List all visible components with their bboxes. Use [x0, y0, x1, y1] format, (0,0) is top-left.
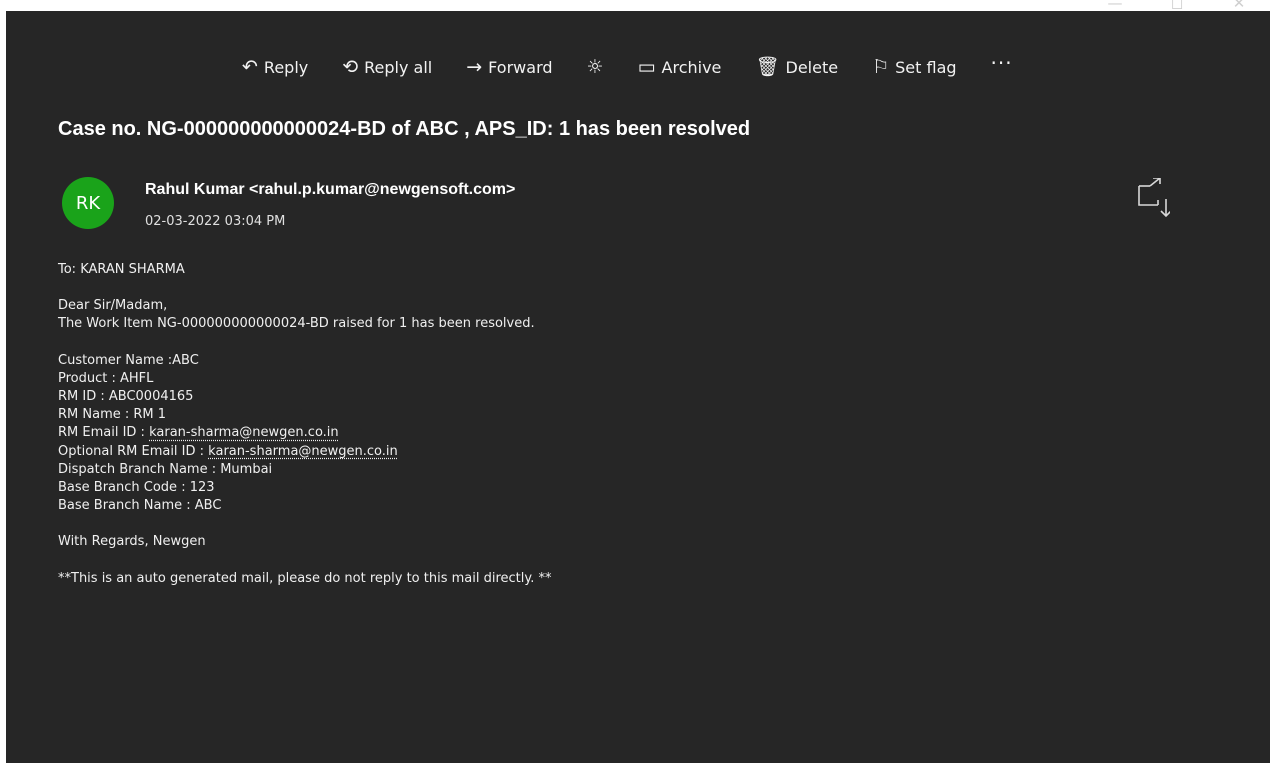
optional-rm-email-link[interactable]: karan-sharma@newgen.co.in [208, 444, 398, 459]
customer-name-line: Customer Name :ABC [58, 352, 199, 368]
close-button[interactable]: ✕ [1208, 0, 1270, 22]
rm-name-line: RM Name : RM 1 [58, 407, 167, 423]
message-subject: Case no. NG-000000000000024-BD of ABC , … [58, 118, 751, 140]
flag-icon: ⚐ [872, 55, 890, 78]
rm-email-link[interactable]: karan-sharma@newgen.co.in [149, 425, 339, 440]
base-branch-code-line: Base Branch Code : 123 [58, 480, 215, 496]
reply-label: Reply [263, 57, 309, 77]
optional-rm-email-label: Optional RM Email ID : [58, 443, 209, 459]
open-in-new-window-button[interactable] [1136, 178, 1170, 218]
archive-label: Archive [661, 57, 722, 77]
set-flag-label: Set flag [895, 57, 957, 77]
rm-email-line: RM Email ID : karan-sharma@newgen.co.in [58, 424, 958, 442]
reply-all-label: Reply all [364, 57, 433, 77]
rm-email-label: RM Email ID : [58, 425, 150, 441]
intro-line: The Work Item NG-000000000000024-BD rais… [58, 316, 535, 332]
avatar-initials: RK [75, 192, 101, 214]
to-line: To: KARAN SHARMA [58, 262, 185, 277]
forward-label: Forward [488, 57, 553, 77]
base-branch-name-line: Base Branch Name : ABC [58, 498, 222, 514]
minimize-icon: — [1107, 0, 1123, 12]
set-flag-button[interactable]: ⚐ Set flag [872, 55, 957, 78]
dispatch-branch-line: Dispatch Branch Name : Mumbai [58, 461, 273, 477]
restore-button[interactable]: ◻ [1146, 0, 1208, 22]
minimize-button[interactable]: — [1084, 0, 1146, 22]
archive-icon: ▭ [637, 55, 656, 78]
restore-icon: ◻ [1170, 0, 1184, 12]
footer-note: **This is an auto generated mail, please… [58, 570, 552, 586]
delete-button[interactable]: 🗑 Delete [755, 55, 839, 78]
reply-all-icon: ⟲ [342, 55, 359, 78]
message-toolbar: ↶ Reply ⟲ Reply all → Forward ☼ ▭ Archiv… [242, 53, 1047, 81]
trash-icon: 🗑 [755, 55, 780, 78]
theme-toggle-button[interactable]: ☼ [586, 55, 604, 78]
message-body: To: KARAN SHARMA Dear Sir/Madam, The Wor… [58, 261, 958, 588]
more-actions-button[interactable]: ··· [991, 53, 1013, 73]
forward-button[interactable]: → Forward [466, 55, 553, 78]
reply-button[interactable]: ↶ Reply [242, 55, 309, 78]
regards-line: With Regards, Newgen [58, 534, 206, 550]
sun-icon: ☼ [586, 55, 604, 78]
greeting: Dear Sir/Madam, [58, 298, 168, 314]
product-line: Product : AHFL [58, 370, 154, 386]
message-date: 02-03-2022 03:04 PM [145, 214, 286, 229]
window-controls: — ◻ ✕ [1084, 0, 1270, 22]
popout-icon [1138, 178, 1170, 218]
close-icon: ✕ [1232, 0, 1246, 12]
forward-icon: → [466, 55, 483, 78]
sender-avatar[interactable]: RK [62, 177, 114, 229]
reply-icon: ↶ [242, 55, 258, 78]
optional-rm-email-line: Optional RM Email ID : karan-sharma@newg… [58, 443, 958, 461]
mail-reading-pane: — ◻ ✕ ↶ Reply ⟲ Reply all → Forward ☼ ▭ … [6, 0, 1270, 763]
archive-button[interactable]: ▭ Archive [637, 55, 722, 78]
more-icon: ··· [990, 51, 1013, 75]
sender-name[interactable]: Rahul Kumar <rahul.p.kumar@newgensoft.co… [145, 181, 515, 199]
reply-all-button[interactable]: ⟲ Reply all [342, 55, 433, 78]
delete-label: Delete [785, 57, 839, 77]
rm-id-line: RM ID : ABC0004165 [58, 389, 194, 405]
